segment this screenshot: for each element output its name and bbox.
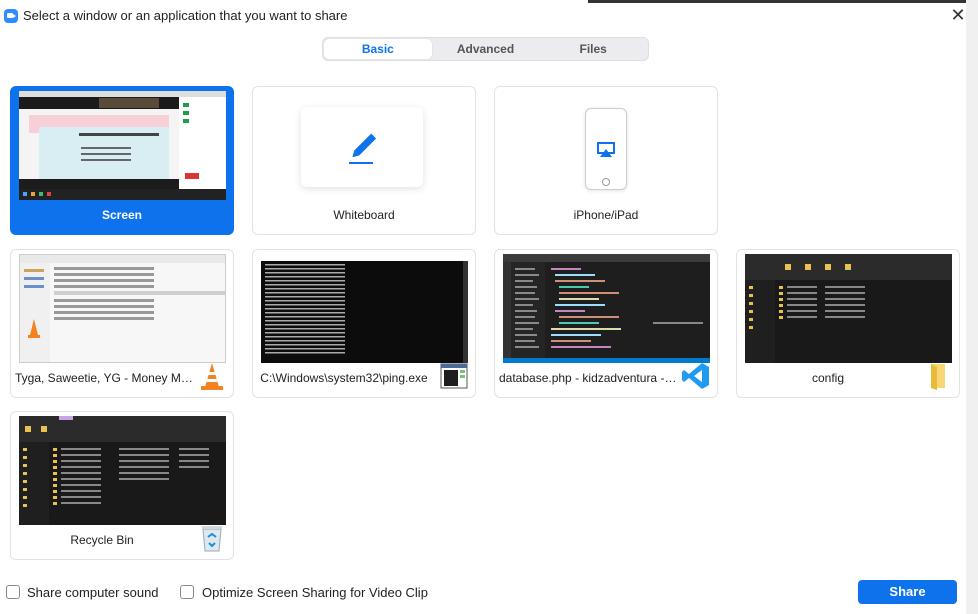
optimize-video-label: Optimize Screen Sharing for Video Clip — [202, 585, 428, 600]
console-preview-image — [261, 254, 468, 363]
vscode-thumbnail — [503, 254, 710, 363]
airplay-icon — [597, 142, 615, 157]
share-screen-dialog: Select a window or an application that y… — [0, 0, 978, 614]
tile-config-folder[interactable]: config — [736, 249, 960, 398]
tile-vscode-window[interactable]: database.php - kidzadventura - V... — [494, 249, 718, 398]
vscode-preview-image — [503, 254, 710, 363]
whiteboard-preview — [301, 107, 423, 187]
explorer-preview-image — [745, 254, 952, 363]
folder-icon — [931, 364, 945, 390]
recycle-bin-icon — [202, 526, 222, 552]
tile-vlc-window[interactable]: Tyga, Saweetie, YG - Money Mou... — [10, 249, 234, 398]
recycle-preview-image — [19, 416, 226, 525]
tile-ping-console[interactable]: C:\Windows\system32\ping.exe — [252, 249, 476, 398]
tab-basic[interactable]: Basic — [324, 39, 432, 59]
screen-thumbnail — [19, 91, 226, 200]
phone-home-button — [602, 178, 610, 186]
console-thumbnail — [261, 254, 468, 363]
share-type-tabs: Basic Advanced Files — [322, 37, 649, 61]
vlc-window-thumbnail — [19, 254, 226, 363]
tile-iphone-ipad[interactable]: iPhone/iPad — [494, 86, 718, 235]
tab-advanced[interactable]: Advanced — [432, 39, 540, 59]
tile-screen[interactable]: Screen — [10, 86, 234, 235]
console-icon — [440, 363, 468, 389]
tab-files[interactable]: Files — [539, 39, 647, 59]
dialog-title: Select a window or an application that y… — [23, 8, 348, 23]
title-bar: Select a window or an application that y… — [0, 0, 978, 32]
vscode-icon — [682, 363, 709, 389]
tile-label: Whiteboard — [333, 208, 395, 222]
tile-label: Screen — [101, 208, 143, 222]
share-sound-label: Share computer sound — [27, 585, 159, 600]
tile-label: iPhone/iPad — [573, 208, 639, 222]
window-preview-image — [20, 255, 225, 362]
tile-whiteboard[interactable]: Whiteboard — [252, 86, 476, 235]
bottom-bar: Share computer sound Optimize Screen Sha… — [0, 576, 966, 614]
close-icon[interactable]: ✕ — [948, 5, 968, 25]
phone-preview — [585, 108, 627, 190]
recycle-bin-thumbnail — [19, 416, 226, 525]
tile-recycle-bin[interactable]: Recycle Bin — [10, 411, 234, 560]
pencil-icon — [349, 133, 377, 164]
background-window-edge — [966, 0, 978, 614]
vlc-icon — [201, 363, 223, 390]
share-button[interactable]: Share — [858, 580, 957, 604]
zoom-app-icon — [4, 9, 18, 23]
explorer-thumbnail — [745, 254, 952, 363]
screen-preview-image — [19, 91, 226, 200]
optimize-video-checkbox[interactable] — [180, 585, 194, 599]
share-sound-checkbox[interactable] — [6, 585, 20, 599]
